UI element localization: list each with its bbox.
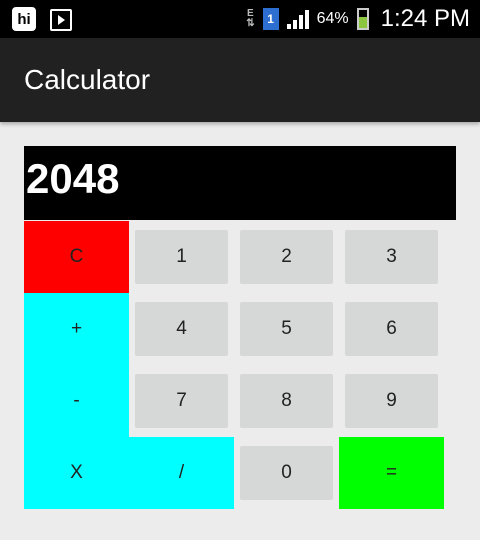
digit-2-button[interactable]: 2: [240, 230, 333, 284]
multiply-button[interactable]: X: [24, 437, 129, 509]
sim-card-icon: 1: [262, 8, 279, 30]
digit-3-button[interactable]: 3: [345, 230, 438, 284]
digit-9-button[interactable]: 9: [345, 374, 438, 428]
clear-button[interactable]: C: [24, 221, 129, 293]
digit-7-button[interactable]: 7: [135, 374, 228, 428]
result-display: 2048: [24, 146, 456, 220]
up-down-arrows-icon: ⇅: [246, 18, 255, 29]
hi-app-notification-icon: hi: [12, 7, 36, 31]
status-clock: 1:24 PM: [380, 5, 470, 32]
plus-button[interactable]: +: [24, 293, 129, 365]
play-store-notification-icon: [50, 9, 72, 31]
digit-0-button[interactable]: 0: [240, 446, 333, 500]
app-bar: Calculator: [0, 38, 480, 122]
battery-icon: [356, 8, 369, 30]
app-title: Calculator: [24, 64, 151, 95]
data-transfer-icon: E ⇅: [246, 9, 254, 29]
digit-6-button[interactable]: 6: [345, 302, 438, 356]
battery-percent: 64%: [316, 10, 349, 27]
minus-button[interactable]: -: [24, 365, 129, 437]
digit-5-button[interactable]: 5: [240, 302, 333, 356]
digit-8-button[interactable]: 8: [240, 374, 333, 428]
digit-4-button[interactable]: 4: [135, 302, 228, 356]
equals-button[interactable]: =: [339, 437, 444, 509]
signal-strength-icon: [286, 9, 309, 29]
status-bar: hi E ⇅ 1 64% 1:24 PM: [0, 0, 480, 38]
digit-1-button[interactable]: 1: [135, 230, 228, 284]
divide-button[interactable]: /: [129, 437, 234, 509]
